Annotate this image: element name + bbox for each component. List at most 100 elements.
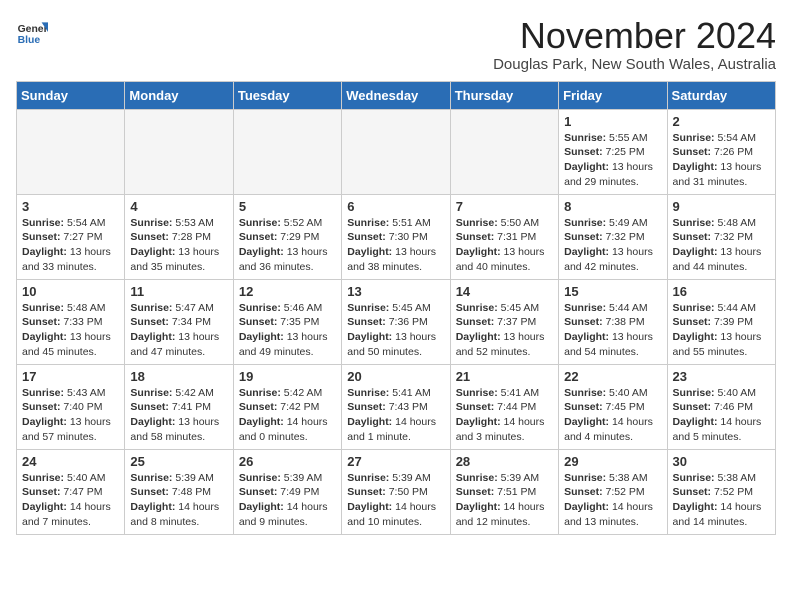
calendar-day-cell xyxy=(450,109,558,194)
day-info: Sunrise: 5:39 AMSunset: 7:49 PMDaylight:… xyxy=(239,471,336,530)
day-info: Sunrise: 5:40 AMSunset: 7:46 PMDaylight:… xyxy=(673,386,770,445)
day-info: Sunrise: 5:40 AMSunset: 7:47 PMDaylight:… xyxy=(22,471,119,530)
day-info: Sunrise: 5:53 AMSunset: 7:28 PMDaylight:… xyxy=(130,216,227,275)
logo: General Blue xyxy=(16,16,48,48)
day-number: 28 xyxy=(456,454,553,469)
calendar-day-cell: 23 Sunrise: 5:40 AMSunset: 7:46 PMDayligh… xyxy=(667,364,775,449)
calendar-day-header: Sunday xyxy=(17,81,125,109)
calendar-day-cell: 18 Sunrise: 5:42 AMSunset: 7:41 PMDayligh… xyxy=(125,364,233,449)
calendar-day-cell: 13 Sunrise: 5:45 AMSunset: 7:36 PMDayligh… xyxy=(342,279,450,364)
calendar-day-cell: 6 Sunrise: 5:51 AMSunset: 7:30 PMDaylight… xyxy=(342,194,450,279)
day-number: 21 xyxy=(456,369,553,384)
day-number: 26 xyxy=(239,454,336,469)
day-info: Sunrise: 5:54 AMSunset: 7:26 PMDaylight:… xyxy=(673,131,770,190)
day-info: Sunrise: 5:40 AMSunset: 7:45 PMDaylight:… xyxy=(564,386,661,445)
calendar-day-cell xyxy=(342,109,450,194)
calendar-day-cell: 10Sunrise: 5:48 AMSunset: 7:33 PMDayligh… xyxy=(17,279,125,364)
day-number: 8 xyxy=(564,199,661,214)
day-info: Sunrise: 5:38 AMSunset: 7:52 PMDaylight:… xyxy=(673,471,770,530)
day-info: Sunrise: 5:47 AMSunset: 7:34 PMDaylight:… xyxy=(130,301,227,360)
day-number: 12 xyxy=(239,284,336,299)
calendar-day-cell: 15 Sunrise: 5:44 AMSunset: 7:38 PMDayligh… xyxy=(559,279,667,364)
day-number: 17 xyxy=(22,369,119,384)
page-header: General Blue November 2024 Douglas Park,… xyxy=(16,16,776,73)
day-number: 20 xyxy=(347,369,444,384)
day-info: Sunrise: 5:46 AMSunset: 7:35 PMDaylight:… xyxy=(239,301,336,360)
calendar-day-cell xyxy=(125,109,233,194)
day-number: 9 xyxy=(673,199,770,214)
calendar-header-row: SundayMondayTuesdayWednesdayThursdayFrid… xyxy=(17,81,776,109)
calendar-table: SundayMondayTuesdayWednesdayThursdayFrid… xyxy=(16,81,776,535)
day-number: 2 xyxy=(673,114,770,129)
day-info: Sunrise: 5:39 AMSunset: 7:48 PMDaylight:… xyxy=(130,471,227,530)
calendar-day-cell: 22 Sunrise: 5:40 AMSunset: 7:45 PMDayligh… xyxy=(559,364,667,449)
calendar-week-row: 24 Sunrise: 5:40 AMSunset: 7:47 PMDayligh… xyxy=(17,449,776,534)
day-info: Sunrise: 5:45 AMSunset: 7:36 PMDaylight:… xyxy=(347,301,444,360)
calendar-day-cell: 17 Sunrise: 5:43 AMSunset: 7:40 PMDayligh… xyxy=(17,364,125,449)
calendar-day-cell: 4 Sunrise: 5:53 AMSunset: 7:28 PMDaylight… xyxy=(125,194,233,279)
svg-text:General: General xyxy=(18,24,48,35)
day-info: Sunrise: 5:44 AMSunset: 7:39 PMDaylight:… xyxy=(673,301,770,360)
day-number: 1 xyxy=(564,114,661,129)
day-info: Sunrise: 5:42 AMSunset: 7:42 PMDaylight:… xyxy=(239,386,336,445)
day-number: 14 xyxy=(456,284,553,299)
day-info: Sunrise: 5:38 AMSunset: 7:52 PMDaylight:… xyxy=(564,471,661,530)
day-number: 24 xyxy=(22,454,119,469)
calendar-day-cell: 16 Sunrise: 5:44 AMSunset: 7:39 PMDayligh… xyxy=(667,279,775,364)
calendar-day-header: Wednesday xyxy=(342,81,450,109)
calendar-day-cell: 25 Sunrise: 5:39 AMSunset: 7:48 PMDayligh… xyxy=(125,449,233,534)
day-number: 27 xyxy=(347,454,444,469)
day-number: 13 xyxy=(347,284,444,299)
day-info: Sunrise: 5:48 AMSunset: 7:32 PMDaylight:… xyxy=(673,216,770,275)
day-info: Sunrise: 5:42 AMSunset: 7:41 PMDaylight:… xyxy=(130,386,227,445)
day-number: 11 xyxy=(130,284,227,299)
calendar-day-cell: 5 Sunrise: 5:52 AMSunset: 7:29 PMDaylight… xyxy=(233,194,341,279)
day-number: 5 xyxy=(239,199,336,214)
day-number: 19 xyxy=(239,369,336,384)
calendar-day-cell: 21 Sunrise: 5:41 AMSunset: 7:44 PMDayligh… xyxy=(450,364,558,449)
calendar-day-cell xyxy=(17,109,125,194)
calendar-day-cell: 29Sunrise: 5:38 AMSunset: 7:52 PMDayligh… xyxy=(559,449,667,534)
day-info: Sunrise: 5:44 AMSunset: 7:38 PMDaylight:… xyxy=(564,301,661,360)
day-info: Sunrise: 5:52 AMSunset: 7:29 PMDaylight:… xyxy=(239,216,336,275)
calendar-day-cell: 2 Sunrise: 5:54 AMSunset: 7:26 PMDaylight… xyxy=(667,109,775,194)
calendar-day-cell: 7Sunrise: 5:50 AMSunset: 7:31 PMDaylight… xyxy=(450,194,558,279)
calendar-day-header: Monday xyxy=(125,81,233,109)
day-info: Sunrise: 5:43 AMSunset: 7:40 PMDaylight:… xyxy=(22,386,119,445)
day-info: Sunrise: 5:41 AMSunset: 7:44 PMDaylight:… xyxy=(456,386,553,445)
calendar-week-row: 1 Sunrise: 5:55 AMSunset: 7:25 PMDaylight… xyxy=(17,109,776,194)
calendar-day-cell: 11 Sunrise: 5:47 AMSunset: 7:34 PMDayligh… xyxy=(125,279,233,364)
calendar-day-cell: 19 Sunrise: 5:42 AMSunset: 7:42 PMDayligh… xyxy=(233,364,341,449)
day-number: 22 xyxy=(564,369,661,384)
calendar-day-cell: 1 Sunrise: 5:55 AMSunset: 7:25 PMDaylight… xyxy=(559,109,667,194)
day-number: 3 xyxy=(22,199,119,214)
logo-icon: General Blue xyxy=(16,16,48,48)
calendar-day-header: Saturday xyxy=(667,81,775,109)
day-info: Sunrise: 5:48 AMSunset: 7:33 PMDaylight:… xyxy=(22,301,119,360)
calendar-day-cell: 28Sunrise: 5:39 AMSunset: 7:51 PMDayligh… xyxy=(450,449,558,534)
day-number: 4 xyxy=(130,199,227,214)
calendar-day-cell: 8 Sunrise: 5:49 AMSunset: 7:32 PMDaylight… xyxy=(559,194,667,279)
calendar-day-cell: 30 Sunrise: 5:38 AMSunset: 7:52 PMDayligh… xyxy=(667,449,775,534)
day-number: 6 xyxy=(347,199,444,214)
day-number: 18 xyxy=(130,369,227,384)
svg-text:Blue: Blue xyxy=(18,35,41,46)
calendar-day-cell: 14 Sunrise: 5:45 AMSunset: 7:37 PMDayligh… xyxy=(450,279,558,364)
location-title: Douglas Park, New South Wales, Australia xyxy=(493,56,776,73)
day-info: Sunrise: 5:49 AMSunset: 7:32 PMDaylight:… xyxy=(564,216,661,275)
calendar-day-cell: 20Sunrise: 5:41 AMSunset: 7:43 PMDayligh… xyxy=(342,364,450,449)
month-title: November 2024 xyxy=(493,16,776,56)
day-number: 23 xyxy=(673,369,770,384)
calendar-day-cell: 12 Sunrise: 5:46 AMSunset: 7:35 PMDayligh… xyxy=(233,279,341,364)
day-number: 30 xyxy=(673,454,770,469)
day-number: 16 xyxy=(673,284,770,299)
calendar-day-cell: 24 Sunrise: 5:40 AMSunset: 7:47 PMDayligh… xyxy=(17,449,125,534)
day-info: Sunrise: 5:45 AMSunset: 7:37 PMDaylight:… xyxy=(456,301,553,360)
day-info: Sunrise: 5:51 AMSunset: 7:30 PMDaylight:… xyxy=(347,216,444,275)
calendar-day-cell: 3Sunrise: 5:54 AMSunset: 7:27 PMDaylight… xyxy=(17,194,125,279)
calendar-week-row: 17 Sunrise: 5:43 AMSunset: 7:40 PMDayligh… xyxy=(17,364,776,449)
day-number: 15 xyxy=(564,284,661,299)
day-number: 7 xyxy=(456,199,553,214)
day-info: Sunrise: 5:55 AMSunset: 7:25 PMDaylight:… xyxy=(564,131,661,190)
day-number: 25 xyxy=(130,454,227,469)
